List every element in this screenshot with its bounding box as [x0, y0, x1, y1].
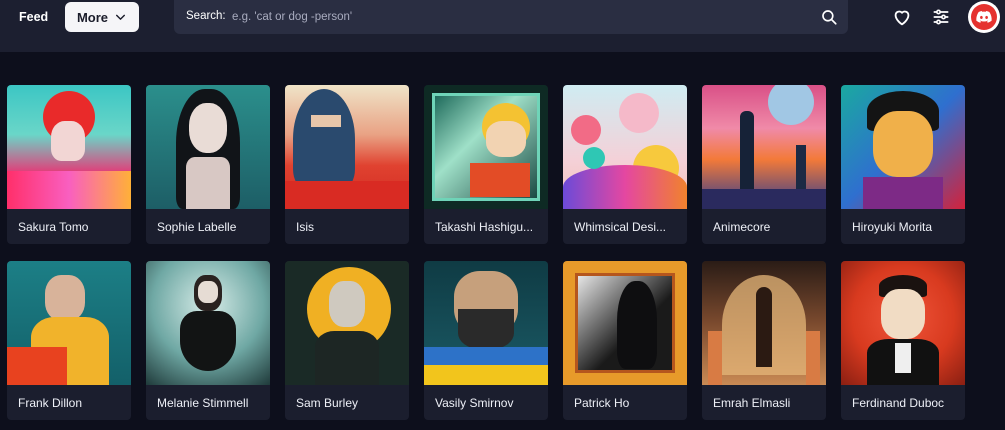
artist-card[interactable]: Whimsical Desi...: [563, 85, 687, 244]
card-title: Emrah Elmasli: [713, 395, 791, 410]
more-dropdown-button[interactable]: More: [65, 2, 139, 32]
artwork-thumbnail: [146, 261, 270, 385]
card-title: Patrick Ho: [574, 395, 630, 410]
artist-card[interactable]: Sophie Labelle: [146, 85, 270, 244]
artwork-thumbnail: [7, 85, 131, 209]
card-title: Melanie Stimmell: [157, 395, 249, 410]
artwork-thumbnail: [285, 85, 409, 209]
artist-card[interactable]: Ferdinand Duboc: [841, 261, 965, 420]
feed-link[interactable]: Feed: [19, 10, 48, 24]
card-title: Takashi Hashigu...: [435, 219, 534, 234]
card-title: Vasily Smirnov: [435, 395, 514, 410]
card-title: Sakura Tomo: [18, 219, 89, 234]
search-bar[interactable]: Search:: [174, 0, 848, 34]
chevron-down-icon: [116, 14, 126, 20]
artist-card[interactable]: Sam Burley: [285, 261, 409, 420]
more-label: More: [76, 9, 109, 25]
search-input[interactable]: [232, 5, 792, 29]
artwork-thumbnail: [424, 261, 548, 385]
artwork-thumbnail: [285, 261, 409, 385]
artwork-thumbnail: [702, 85, 826, 209]
artwork-thumbnail: [7, 261, 131, 385]
gallery-grid: Sakura Tomo Sophie Labelle Isis Takashi …: [7, 85, 965, 420]
artist-card[interactable]: Frank Dillon: [7, 261, 131, 420]
artist-card[interactable]: Animecore: [702, 85, 826, 244]
heart-icon[interactable]: [891, 6, 913, 28]
artist-card[interactable]: Sakura Tomo: [7, 85, 131, 244]
discord-icon: [971, 4, 997, 30]
card-title: Ferdinand Duboc: [852, 395, 945, 410]
card-title: Isis: [296, 219, 314, 234]
card-title: Whimsical Desi...: [574, 219, 667, 234]
artwork-thumbnail: [841, 85, 965, 209]
discord-button[interactable]: [968, 1, 1000, 33]
card-title: Sam Burley: [296, 395, 359, 410]
card-title: Hiroyuki Morita: [852, 219, 933, 234]
artwork-thumbnail: [146, 85, 270, 209]
artist-card[interactable]: Takashi Hashigu...: [424, 85, 548, 244]
artist-card[interactable]: Patrick Ho: [563, 261, 687, 420]
artwork-thumbnail: [424, 85, 548, 209]
artist-card[interactable]: Emrah Elmasli: [702, 261, 826, 420]
artist-card[interactable]: Melanie Stimmell: [146, 261, 270, 420]
artist-card[interactable]: Vasily Smirnov: [424, 261, 548, 420]
search-label: Search:: [186, 10, 226, 22]
sliders-icon[interactable]: [931, 7, 951, 27]
artist-card[interactable]: Isis: [285, 85, 409, 244]
artwork-thumbnail: [563, 85, 687, 209]
artwork-thumbnail: [563, 261, 687, 385]
artist-card[interactable]: Hiroyuki Morita: [841, 85, 965, 244]
artwork-thumbnail: [841, 261, 965, 385]
search-icon[interactable]: [820, 8, 838, 26]
card-title: Animecore: [713, 219, 771, 234]
card-title: Sophie Labelle: [157, 219, 237, 234]
top-navigation-bar: Feed More Search:: [0, 0, 1005, 52]
card-title: Frank Dillon: [18, 395, 83, 410]
discord-logo-glyph: [976, 11, 992, 23]
artwork-thumbnail: [702, 261, 826, 385]
